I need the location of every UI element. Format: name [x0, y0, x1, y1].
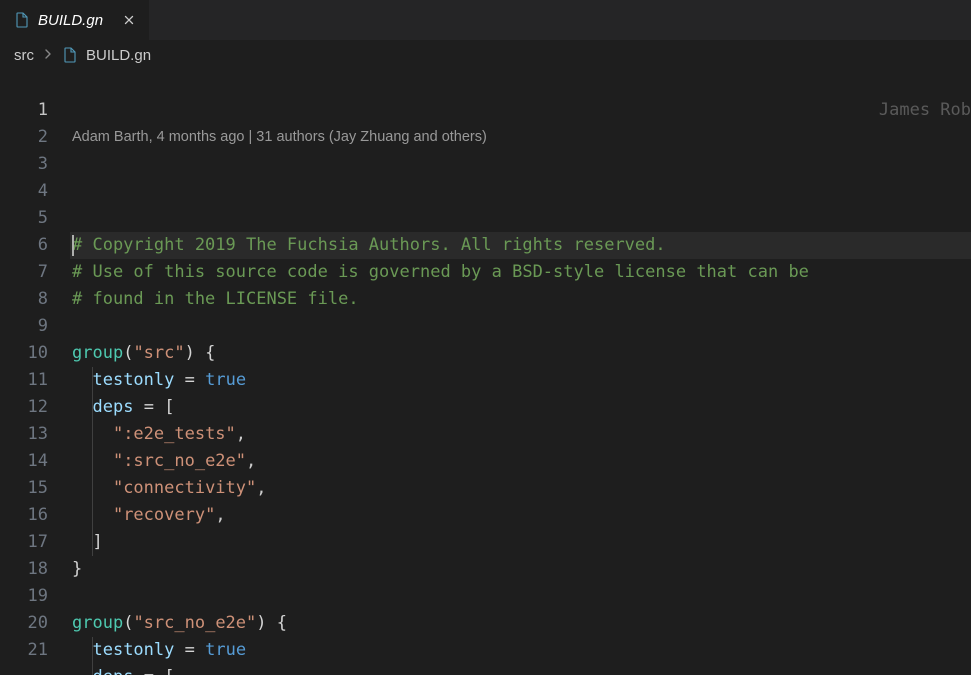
- line-number: 18: [0, 556, 48, 583]
- line-number: 5: [0, 205, 48, 232]
- code-line[interactable]: # found in the LICENSE file.: [70, 286, 971, 313]
- line-number: 8: [0, 286, 48, 313]
- line-number: 16: [0, 502, 48, 529]
- editor-tab[interactable]: BUILD.gn: [0, 0, 150, 40]
- code-line[interactable]: "connectivity",: [70, 475, 971, 502]
- line-number: 21: [0, 637, 48, 664]
- line-number-gutter: 123456789101112131415161718192021: [0, 70, 70, 675]
- code-line[interactable]: ":src_no_e2e",: [70, 448, 971, 475]
- code-line[interactable]: deps = [: [70, 664, 971, 675]
- editor-area[interactable]: 123456789101112131415161718192021 Adam B…: [0, 70, 971, 675]
- indent-guide: [92, 394, 93, 421]
- code-content[interactable]: Adam Barth, 4 months ago | 31 authors (J…: [70, 70, 971, 675]
- line-number: 10: [0, 340, 48, 367]
- git-blame-inline: James Rob: [859, 97, 971, 124]
- code-line[interactable]: # Copyright 2019 The Fuchsia Authors. Al…: [70, 232, 971, 259]
- file-icon: [62, 47, 78, 63]
- indent-guide: [92, 502, 93, 529]
- code-line[interactable]: group("src_no_e2e") {: [70, 610, 971, 637]
- tab-bar: BUILD.gn: [0, 0, 971, 40]
- code-line[interactable]: ]: [70, 529, 971, 556]
- code-line[interactable]: group("src") {: [70, 340, 971, 367]
- code-line[interactable]: # Use of this source code is governed by…: [70, 259, 971, 286]
- close-icon[interactable]: [119, 10, 139, 30]
- indent-guide: [92, 637, 93, 664]
- line-number: 2: [0, 124, 48, 151]
- line-number: 14: [0, 448, 48, 475]
- line-number: 15: [0, 475, 48, 502]
- line-number: 11: [0, 367, 48, 394]
- code-line[interactable]: [70, 583, 971, 610]
- chevron-right-icon: [42, 47, 54, 64]
- tab-filename: BUILD.gn: [38, 12, 103, 29]
- text-cursor: [72, 235, 74, 256]
- code-line[interactable]: }: [70, 556, 971, 583]
- breadcrumbs: src BUILD.gn: [0, 40, 971, 70]
- indent-guide: [92, 475, 93, 502]
- line-number: 1: [0, 97, 48, 124]
- breadcrumb-segment[interactable]: src: [14, 47, 34, 64]
- indent-guide: [92, 367, 93, 394]
- indent-guide: [92, 448, 93, 475]
- code-line[interactable]: ":e2e_tests",: [70, 421, 971, 448]
- indent-guide: [92, 529, 93, 556]
- line-number: 4: [0, 178, 48, 205]
- code-line[interactable]: [70, 313, 971, 340]
- code-line[interactable]: deps = [: [70, 394, 971, 421]
- line-number: 13: [0, 421, 48, 448]
- line-number: 7: [0, 259, 48, 286]
- line-number: 17: [0, 529, 48, 556]
- file-icon: [14, 12, 30, 28]
- breadcrumb-segment[interactable]: BUILD.gn: [86, 47, 151, 64]
- indent-guide: [92, 421, 93, 448]
- line-number: 3: [0, 151, 48, 178]
- git-codelens[interactable]: Adam Barth, 4 months ago | 31 authors (J…: [70, 124, 971, 151]
- code-line[interactable]: testonly = true: [70, 367, 971, 394]
- line-number: 12: [0, 394, 48, 421]
- line-number: 20: [0, 610, 48, 637]
- indent-guide: [92, 664, 93, 675]
- line-number: 6: [0, 232, 48, 259]
- code-line[interactable]: "recovery",: [70, 502, 971, 529]
- code-line[interactable]: testonly = true: [70, 637, 971, 664]
- line-number: 9: [0, 313, 48, 340]
- line-number: 19: [0, 583, 48, 610]
